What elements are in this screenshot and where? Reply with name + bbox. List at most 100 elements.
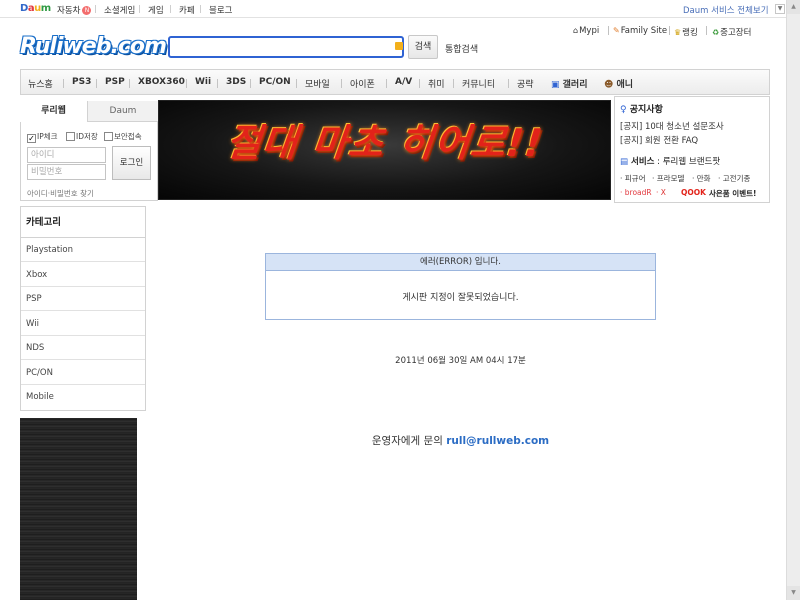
daum-link-blog[interactable]: 블로그 bbox=[209, 4, 232, 16]
nav-iphone[interactable]: 아이폰 bbox=[350, 77, 375, 90]
nav-community[interactable]: 커뮤니티 bbox=[462, 77, 495, 90]
notice-pin-icon: ♀ bbox=[620, 105, 627, 115]
home-icon: ⌂ bbox=[573, 26, 579, 35]
error-title: 에러(ERROR) 입니다. bbox=[266, 254, 655, 271]
divider bbox=[200, 5, 201, 13]
nav-guide[interactable]: 공략 bbox=[517, 77, 534, 90]
category-wii[interactable]: Wii bbox=[21, 312, 145, 336]
nav-3ds[interactable]: 3DS bbox=[226, 77, 246, 87]
side-banner-ad[interactable] bbox=[20, 418, 137, 600]
category-mobile[interactable]: Mobile bbox=[21, 385, 145, 409]
scroll-down-arrow-icon[interactable]: ▼ bbox=[787, 586, 800, 600]
divider: | bbox=[705, 26, 708, 36]
daum-link-car[interactable]: 자동차 N bbox=[57, 4, 92, 16]
service-plamodel-link[interactable]: · 프라모델 bbox=[652, 173, 684, 184]
notice-item[interactable]: [공지] 회원 전환 FAQ bbox=[620, 134, 698, 146]
service-comic-link[interactable]: · 만화 bbox=[692, 173, 711, 184]
category-pcon[interactable]: PC/ON bbox=[21, 361, 145, 385]
daum-link-game[interactable]: 게임 bbox=[148, 4, 164, 16]
nav-av[interactable]: A/V bbox=[395, 77, 412, 87]
tab-ruliweb-login[interactable]: 루리웹 bbox=[20, 101, 88, 122]
ip-check-checkbox[interactable]: ✓ IP체크 bbox=[27, 131, 58, 143]
site-logo[interactable]: Ruliweb.com bbox=[20, 34, 167, 59]
banner-headline: 절대 마초 히어로!! bbox=[223, 121, 546, 165]
password-field[interactable] bbox=[28, 165, 105, 179]
new-badge: N bbox=[82, 6, 92, 15]
search-input[interactable] bbox=[170, 38, 402, 56]
nav-hobby[interactable]: 취미 bbox=[428, 77, 445, 90]
nav-psp[interactable]: PSP bbox=[105, 77, 125, 87]
divider bbox=[419, 79, 420, 88]
divider bbox=[63, 79, 64, 88]
daum-link-cafe[interactable]: 카페 bbox=[179, 4, 195, 16]
chevron-down-icon[interactable]: ▼ bbox=[775, 4, 785, 14]
notice-item[interactable]: [공지] 10대 청소년 설문조사 bbox=[620, 120, 724, 132]
daum-link-social-game[interactable]: 소셜게임 bbox=[104, 4, 135, 16]
service-title: ▤ 서비스 : 루리웹 브랜드팟 bbox=[620, 157, 721, 167]
divider bbox=[341, 79, 342, 88]
nav-pcon[interactable]: PC/ON bbox=[259, 77, 291, 87]
family-site-link[interactable]: ✎Family Site bbox=[613, 26, 667, 36]
integrated-search-link[interactable]: 통합검색 bbox=[445, 42, 478, 55]
nav-mobile[interactable]: 모바일 bbox=[305, 77, 330, 90]
category-playstation[interactable]: Playstation bbox=[21, 238, 145, 262]
divider bbox=[170, 5, 171, 13]
notice-title: ♀ 공지사항 bbox=[620, 105, 663, 115]
contact-email-link[interactable]: rull@rullweb.com bbox=[446, 435, 549, 447]
divider bbox=[508, 79, 509, 88]
divider: | bbox=[607, 26, 610, 36]
nav-wii[interactable]: Wii bbox=[195, 77, 211, 87]
category-psp[interactable]: PSP bbox=[21, 287, 145, 311]
daum-all-services-link[interactable]: Daum 서비스 전체보기 bbox=[683, 4, 769, 16]
password-field-wrapper bbox=[27, 164, 106, 180]
divider bbox=[453, 79, 454, 88]
nav-gallery[interactable]: ▣ 갤러리 bbox=[551, 77, 588, 90]
id-field[interactable] bbox=[28, 148, 105, 162]
partner-x-link[interactable]: · X bbox=[656, 188, 666, 197]
vertical-scrollbar[interactable] bbox=[786, 0, 800, 600]
divider bbox=[296, 79, 297, 88]
divider bbox=[217, 79, 218, 88]
nav-xbox360[interactable]: XBOX360 bbox=[138, 77, 185, 87]
partner-broad-link[interactable]: · broadR bbox=[620, 188, 652, 197]
divider: | bbox=[668, 26, 671, 36]
event-link[interactable]: 사은품 이벤트! bbox=[709, 188, 756, 199]
scroll-up-arrow-icon[interactable]: ▲ bbox=[787, 0, 800, 14]
divider bbox=[250, 79, 251, 88]
service-retro-link[interactable]: · 고전기종 bbox=[718, 173, 750, 184]
checkbox-checked-icon: ✓ bbox=[27, 134, 36, 143]
ani-icon: ☻ bbox=[604, 80, 614, 90]
search-button[interactable]: 검색 bbox=[408, 35, 438, 59]
divider bbox=[139, 5, 140, 13]
nav-ps3[interactable]: PS3 bbox=[72, 77, 91, 87]
search-box bbox=[168, 36, 404, 58]
service-figure-link[interactable]: · 피규어 bbox=[620, 173, 645, 184]
trophy-icon: ♛ bbox=[674, 28, 682, 37]
category-title: 카테고리 bbox=[21, 207, 145, 238]
secure-login-checkbox[interactable]: 보안접속 bbox=[104, 131, 142, 142]
error-message: 게시판 지정이 잘못되었습니다. bbox=[402, 293, 519, 303]
partner-qook-link[interactable]: QOOK bbox=[681, 188, 706, 197]
recycle-icon: ♻ bbox=[712, 28, 720, 37]
daum-logo[interactable]: Daum bbox=[20, 3, 51, 14]
find-id-password-link[interactable]: 아이디·비밀번호 찾기 bbox=[27, 188, 94, 199]
tab-daum-login[interactable]: Daum bbox=[88, 101, 158, 122]
divider bbox=[95, 5, 96, 13]
checkbox-icon bbox=[66, 132, 75, 141]
mypi-link[interactable]: ⌂Mypi bbox=[573, 26, 599, 36]
nav-ani[interactable]: ☻ 애니 bbox=[604, 77, 633, 90]
divider bbox=[186, 79, 187, 88]
used-market-link[interactable]: ♻중고장터 bbox=[712, 26, 751, 38]
save-id-checkbox[interactable]: ID저장 bbox=[66, 131, 98, 142]
gallery-icon: ▣ bbox=[551, 80, 560, 90]
divider bbox=[386, 79, 387, 88]
category-nds[interactable]: NDS bbox=[21, 336, 145, 360]
keyboard-icon[interactable] bbox=[395, 42, 403, 50]
nav-news[interactable]: 뉴스홈 bbox=[28, 77, 53, 90]
login-button[interactable]: 로그인 bbox=[112, 146, 151, 180]
timestamp: 2011년 06월 30일 AM 04시 17분 bbox=[395, 356, 526, 366]
id-field-wrapper bbox=[27, 147, 106, 163]
category-xbox[interactable]: Xbox bbox=[21, 263, 145, 287]
family-icon: ✎ bbox=[613, 26, 620, 35]
ranking-link[interactable]: ♛랭킹 bbox=[674, 26, 698, 38]
